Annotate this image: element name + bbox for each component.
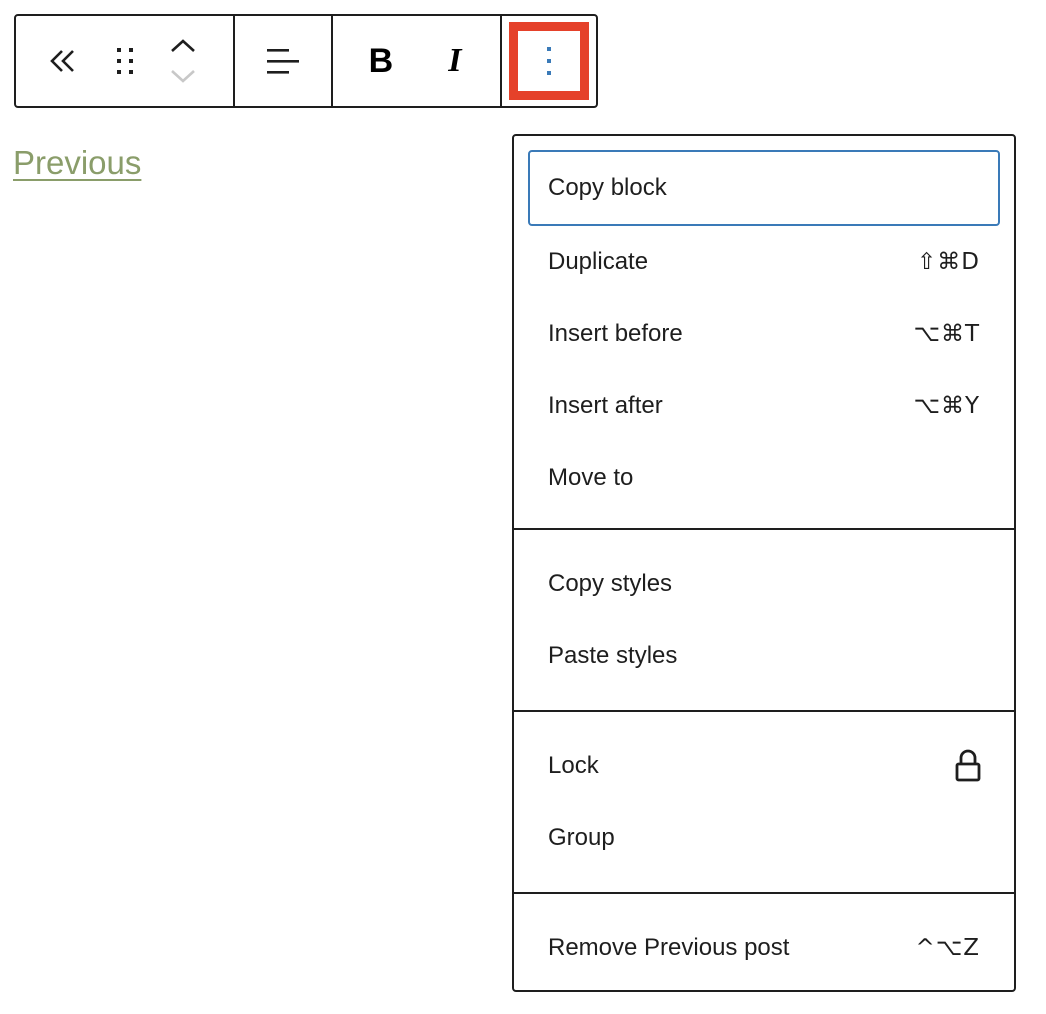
toolbar-group-navigation: [16, 16, 233, 106]
toolbar-group-format: B I: [330, 16, 500, 106]
move-up-button[interactable]: [163, 31, 203, 61]
menu-section-lock-group: Lock Group: [514, 710, 1014, 892]
italic-button[interactable]: I: [425, 31, 485, 91]
bold-button[interactable]: B: [351, 31, 411, 91]
align-left-icon: [267, 49, 300, 74]
previous-post-link[interactable]: Previous: [13, 144, 141, 182]
drag-handle-icon: [117, 48, 133, 74]
menu-section-remove: Remove Previous post ^⌥Z: [514, 892, 1014, 1002]
menu-item-lock[interactable]: Lock: [528, 730, 1000, 802]
menu-item-move-to[interactable]: Move to: [528, 442, 1000, 514]
move-down-button[interactable]: [163, 61, 203, 91]
menu-item-duplicate[interactable]: Duplicate ⇧⌘D: [528, 226, 1000, 298]
menu-item-label: Copy block: [548, 174, 667, 201]
block-mover: [156, 26, 210, 96]
shortcut-text: ⌥⌘T: [913, 321, 980, 347]
shortcut-text: ⌥⌘Y: [913, 393, 980, 419]
more-vertical-icon: [547, 47, 552, 75]
select-parent-button[interactable]: [32, 31, 94, 91]
chevron-up-icon: [171, 39, 195, 52]
menu-item-label: Move to: [548, 464, 634, 491]
drag-handle[interactable]: [94, 31, 156, 91]
menu-item-insert-after[interactable]: Insert after ⌥⌘Y: [528, 370, 1000, 442]
toolbar-group-options: [500, 16, 596, 106]
menu-item-insert-before[interactable]: Insert before ⌥⌘T: [528, 298, 1000, 370]
menu-item-label: Insert after: [548, 392, 663, 419]
lock-icon: [955, 749, 981, 782]
menu-section-block-actions: Copy block Duplicate ⇧⌘D Insert before ⌥…: [514, 136, 1014, 528]
block-toolbar: B I: [14, 14, 598, 108]
menu-item-copy-styles[interactable]: Copy styles: [528, 548, 1000, 620]
shortcut-text: ⇧⌘D: [917, 249, 980, 275]
menu-item-copy-block[interactable]: Copy block: [528, 150, 1000, 226]
menu-item-label: Insert before: [548, 320, 683, 347]
shortcut-text: ^⌥Z: [915, 935, 980, 961]
block-options-menu: Copy block Duplicate ⇧⌘D Insert before ⌥…: [512, 134, 1016, 992]
menu-item-label: Lock: [548, 752, 599, 779]
align-button[interactable]: [253, 31, 313, 91]
chevrons-left-icon: [50, 50, 74, 72]
menu-item-group[interactable]: Group: [528, 802, 1000, 874]
menu-item-label: Group: [548, 824, 615, 851]
menu-item-label: Duplicate: [548, 248, 649, 275]
menu-item-label: Paste styles: [548, 642, 678, 669]
chevron-down-icon: [171, 70, 195, 83]
toolbar-group-align: [233, 16, 331, 106]
menu-item-label: Copy styles: [548, 570, 673, 597]
options-button[interactable]: [509, 22, 590, 100]
menu-item-paste-styles[interactable]: Paste styles: [528, 620, 1000, 692]
menu-section-styles: Copy styles Paste styles: [514, 528, 1014, 710]
menu-item-remove-block[interactable]: Remove Previous post ^⌥Z: [528, 912, 1000, 984]
menu-item-label: Remove Previous post: [548, 934, 790, 961]
